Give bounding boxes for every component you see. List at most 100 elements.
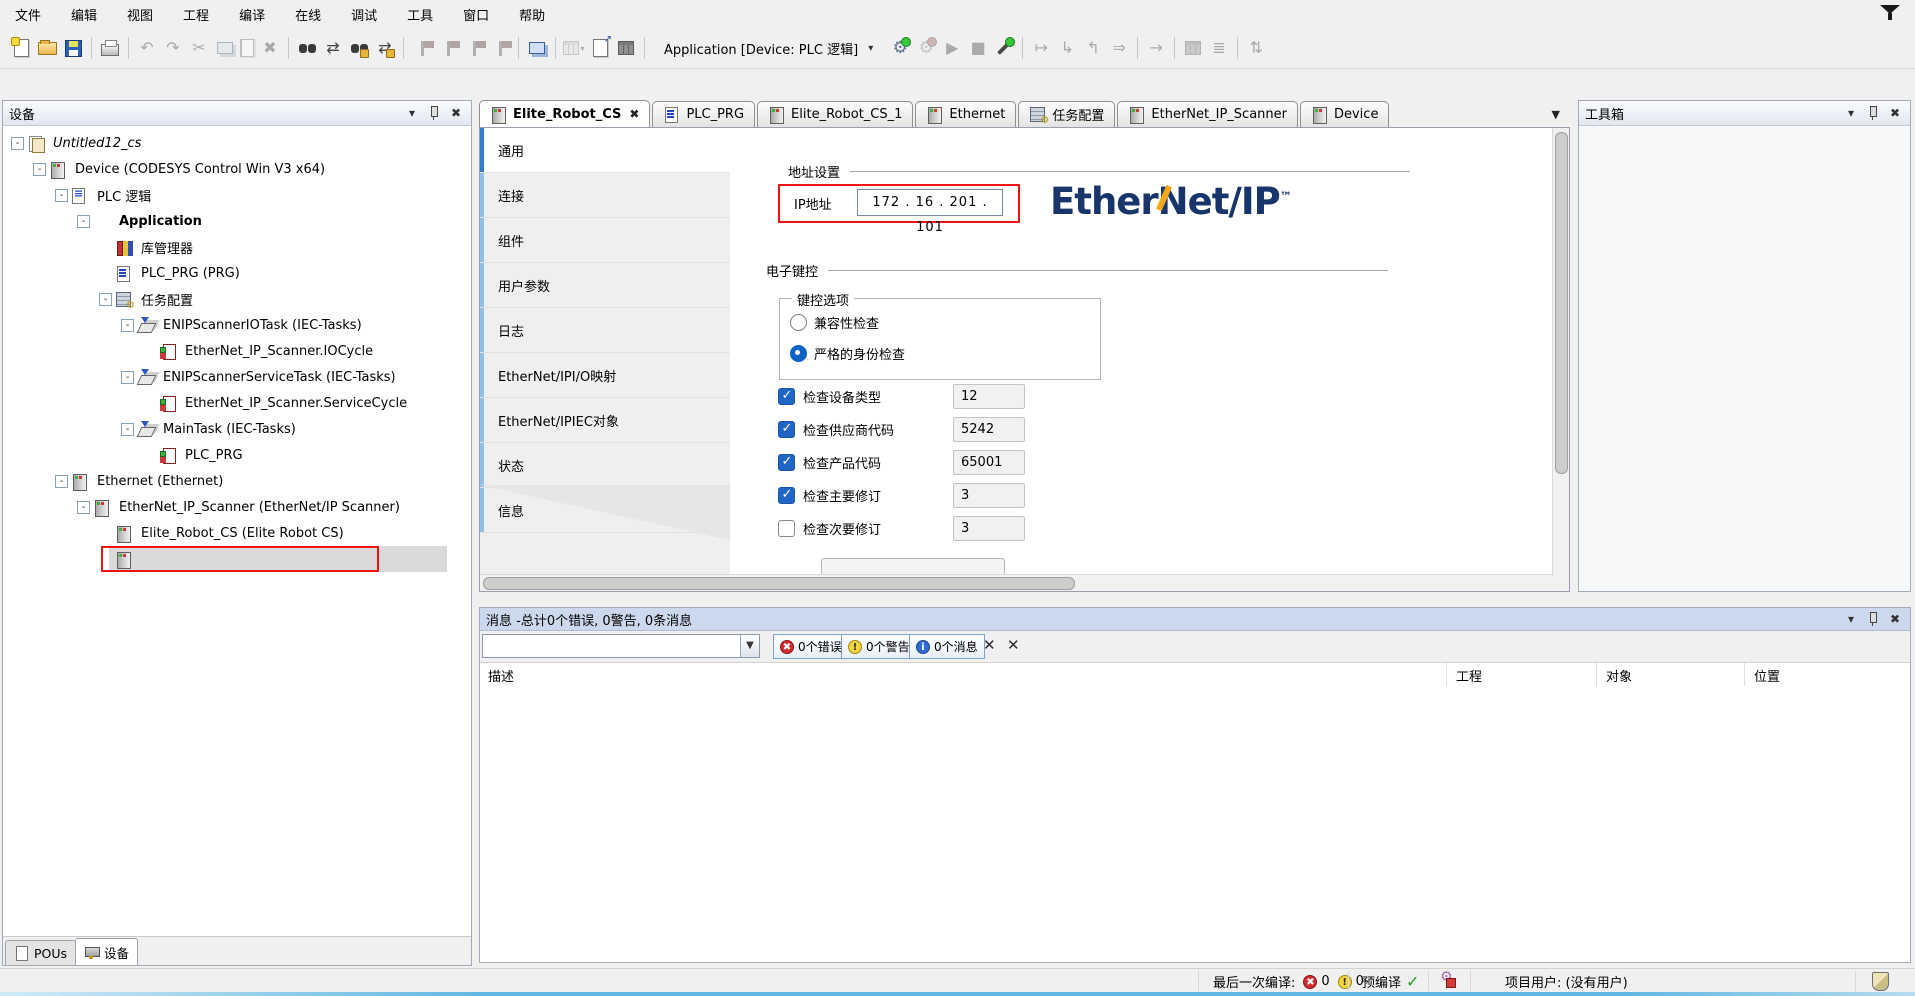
bookmarks-clear-button[interactable] [489,37,511,59]
menu-item-8[interactable]: 窗口 [448,2,504,27]
tree-row[interactable]: -ENIPScannerIOTask (IEC-Tasks) [3,312,471,338]
table-dropdown-button[interactable]: ▾ [563,37,585,59]
flow-control-button[interactable]: ⇅ [1245,37,1267,59]
tree-row[interactable]: -MainTask (IEC-Tasks) [3,416,471,442]
tree-row[interactable]: EtherNet_IP_Scanner.IOCycle [3,338,471,364]
print-button[interactable] [99,37,121,59]
step-out-button[interactable]: ↰ [1082,37,1104,59]
tree-row[interactable]: -EtherNet_IP_Scanner (EtherNet/IP Scanne… [3,494,471,520]
app-selector-combo[interactable]: Application [Device: PLC 逻辑]▾ [658,37,879,60]
editor-tab-日志[interactable]: 日志 [480,308,730,353]
menu-item-7[interactable]: 工具 [392,2,448,27]
filter-button-info[interactable]: i0个消息 [909,634,985,659]
column-header-描述[interactable]: 描述 [488,666,514,685]
bookmark-toggle-button[interactable] [411,37,433,59]
chevron-down-icon[interactable]: ▾ [1842,611,1860,627]
doc-tab-EtherNet_IP_Scanner[interactable]: EtherNet_IP_Scanner [1117,101,1298,127]
cut-button[interactable]: ✂ [188,37,210,59]
chevron-down-icon[interactable]: ▼ [740,635,759,657]
tree-row[interactable]: -Application [3,208,471,234]
menu-item-3[interactable]: 工程 [168,2,224,27]
find-button[interactable] [296,37,318,59]
tree-expander[interactable]: - [55,189,68,202]
editor-tab-信息[interactable]: 信息 [480,488,730,533]
logout-button[interactable]: ⚙ [915,37,937,59]
tree-expander[interactable]: - [121,423,134,436]
editor-tab-通用[interactable]: 通用 [480,128,730,173]
editor-vscrollbar[interactable] [1552,128,1569,575]
copy-button[interactable] [214,37,236,59]
open-project-button[interactable] [36,37,58,59]
cutoff-button[interactable] [821,558,1005,575]
save-button[interactable] [62,37,84,59]
redo-button[interactable]: ↷ [162,37,184,59]
tab-overflow-icon[interactable]: ▼ [1552,108,1560,121]
doc-tab-Elite_Robot_CS[interactable]: Elite_Robot_CS✖ [479,100,650,127]
tree-expander[interactable]: - [121,371,134,384]
tree-row[interactable]: EtherNet_IP_Scanner.ServiceCycle [3,390,471,416]
funnel-icon[interactable] [1879,5,1901,23]
checkbox-checked[interactable] [778,388,795,405]
bookmark-prev-button[interactable] [437,37,459,59]
checkbox-checked[interactable] [778,421,795,438]
chevron-down-icon[interactable]: ▾ [403,105,421,121]
tree-row[interactable]: Elite_Robot_CS (Elite Robot CS) [3,520,471,546]
start-button[interactable]: ▶ [941,37,963,59]
menu-item-1[interactable]: 编辑 [56,2,112,27]
tree-expander[interactable]: - [99,293,112,306]
pin-icon[interactable] [1864,611,1882,627]
chevron-down-icon[interactable]: ▾ [1842,105,1860,121]
step-over-button[interactable]: ↦ [1030,37,1052,59]
radio-checked[interactable] [790,345,807,362]
filter-button-warn[interactable]: !0个警告 [841,634,917,659]
tree-row[interactable]: -Device (CODESYS Control Win V3 x64) [3,156,471,182]
editor-tab-组件[interactable]: 组件 [480,218,730,263]
checkbox-checked[interactable] [778,487,795,504]
monitor-grid-button[interactable] [1182,37,1204,59]
replace-objects-button[interactable]: ⇄ [374,37,396,59]
filter-button-err[interactable]: ✖0个错误 [773,634,849,659]
chevron-down-icon[interactable]: ▾ [868,43,873,54]
tree-expander[interactable]: - [121,319,134,332]
find-objects-button[interactable] [348,37,370,59]
tree-row[interactable]: -Untitled12_cs [3,130,471,156]
doc-tab-Device[interactable]: Device [1300,101,1389,127]
doc-tab-任务配置[interactable]: 任务配置 [1018,101,1115,127]
tree-expander[interactable]: - [33,163,46,176]
check-value-field[interactable]: 3 [953,483,1025,508]
menu-item-4[interactable]: 编译 [224,2,280,27]
menu-item-6[interactable]: 调试 [336,2,392,27]
close-icon[interactable]: ✖ [447,105,465,121]
menu-item-5[interactable]: 在线 [280,2,336,27]
paste-button[interactable] [240,39,255,57]
tree-expander[interactable]: - [55,475,68,488]
tree-row[interactable]: -任务配置 [3,286,471,312]
step-into-button[interactable]: ↳ [1056,37,1078,59]
checkbox-checked[interactable] [778,454,795,471]
close-tab-icon[interactable]: ✖ [629,107,639,121]
tree-row[interactable]: -Ethernet (Ethernet) [3,468,471,494]
pin-icon[interactable] [1864,105,1882,121]
undo-button[interactable]: ↶ [136,37,158,59]
editor-tab-连接[interactable]: 连接 [480,173,730,218]
build-button[interactable] [993,37,1015,59]
replace-button[interactable]: ⇄ [322,37,344,59]
check-value-field[interactable]: 65001 [953,450,1025,475]
tree-row[interactable]: Elite_Robot_CS_1 (Elite Robot CS) [3,546,471,572]
column-header-对象[interactable]: 对象 [1606,666,1632,685]
tree-row[interactable]: -PLC 逻辑 [3,182,471,208]
editor-tab-用户参数[interactable]: 用户参数 [480,263,730,308]
run-to-cursor-button[interactable]: ⇒ [1108,37,1130,59]
editor-tab-EtherNet/IPIEC对象[interactable]: EtherNet/IPIEC对象 [480,398,730,443]
column-header-工程[interactable]: 工程 [1456,666,1482,685]
tree-expander[interactable]: - [77,501,90,514]
tree-row[interactable]: PLC_PRG (PRG) [3,260,471,286]
message-category-combo[interactable]: ▼ [482,634,760,658]
navigator-tab-POUs[interactable]: POUs [5,940,76,965]
clear-messages-icon[interactable]: ✕ [983,636,996,654]
editor-tab-状态[interactable]: 状态 [480,443,730,488]
monitor-list-button[interactable]: ≣ [1208,37,1230,59]
tree-row[interactable]: PLC_PRG [3,442,471,468]
tree-row[interactable]: -ENIPScannerServiceTask (IEC-Tasks) [3,364,471,390]
new-object-button[interactable]: ↗ [589,37,611,59]
